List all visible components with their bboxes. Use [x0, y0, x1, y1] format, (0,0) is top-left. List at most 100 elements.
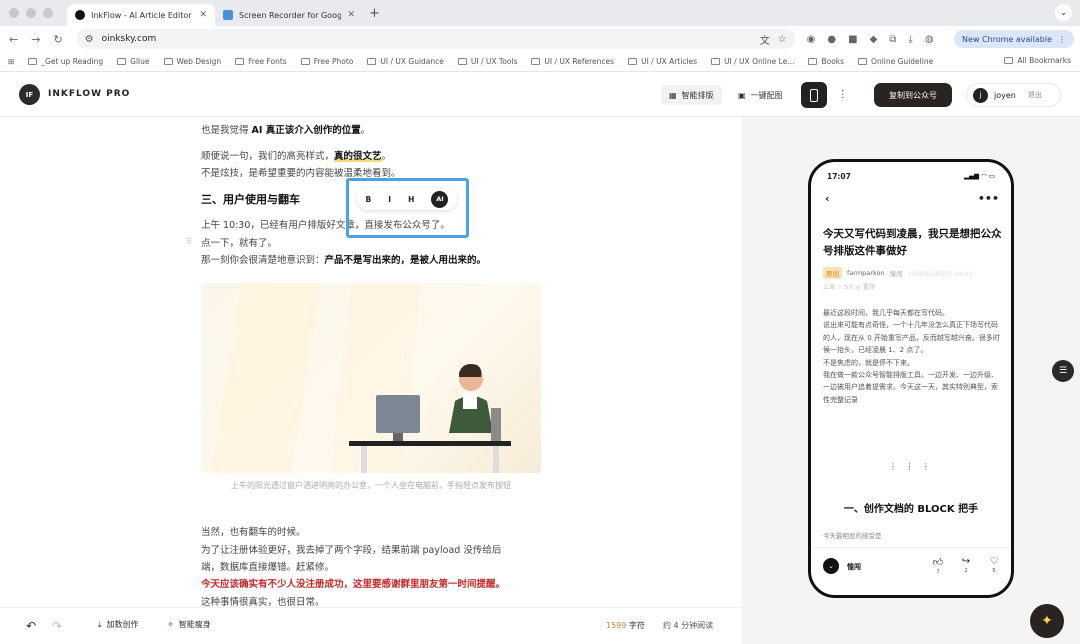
text-span: 。 — [381, 151, 392, 162]
more-horizontal-icon[interactable]: ••• — [978, 192, 999, 205]
bookmark-folder[interactable]: Online Guideline — [858, 57, 933, 66]
download-icon[interactable]: ⤓ — [908, 34, 912, 45]
apps-grid-icon[interactable]: ⊞ — [8, 57, 14, 66]
smart-slim-label: 智能瘦身 — [178, 620, 211, 629]
one-click-image-button[interactable]: ▣ 一键配图 — [730, 85, 791, 105]
back-chevron-icon[interactable]: ‹ — [825, 192, 830, 205]
address-bar[interactable]: ⚙ oinksky.com 文 ☆ — [76, 29, 795, 49]
bookmark-label: Gllue — [130, 57, 150, 66]
preview-footer: ⌄ 憧闯 👍︎ 7 ↪ 2 ♡ 5 — [811, 547, 1011, 587]
browser-toolbar: ← → ↻ ⚙ oinksky.com 文 ☆ ◉ ● ■ ◆ ⧉ ⤓ ◍ Ne… — [0, 26, 1080, 52]
close-tab-icon[interactable]: ✕ — [199, 10, 207, 20]
user-menu[interactable]: j joyen 退出 — [966, 83, 1061, 107]
bookmark-label: Books — [821, 57, 845, 66]
smart-layout-button[interactable]: ▦ 智能排版 — [661, 85, 722, 105]
bookmark-folder[interactable]: UI / UX Guidance — [367, 57, 444, 66]
bookmark-folder[interactable]: Web Design — [163, 57, 221, 66]
new-chrome-available-button[interactable]: New Chrome available ⋮ — [953, 30, 1074, 48]
preview-stats: 上海 ☆ 5人 ◎ 置顶 — [823, 284, 876, 291]
bookmark-folder[interactable]: _Get up Reading — [28, 57, 103, 66]
preview-author[interactable]: farmparkon — [847, 269, 885, 277]
bookmark-folder[interactable]: UI / UX References — [531, 57, 614, 66]
tab-inkflow[interactable]: InkFlow - AI Article Editor ✕ — [67, 4, 215, 26]
bookmark-folder[interactable]: UI / UX Online Le... — [711, 57, 794, 66]
thumbs-up-icon: 👍︎ — [932, 557, 944, 568]
extension-icon[interactable]: ◆ — [870, 34, 878, 45]
outline-toggle-icon[interactable]: ☰ — [1052, 360, 1074, 382]
tab-title: InkFlow - AI Article Editor — [91, 10, 192, 20]
app-logo[interactable]: IF — [19, 84, 40, 105]
reload-icon[interactable]: ↻ — [53, 33, 62, 46]
folder-icon — [117, 58, 127, 65]
paragraph: 当然，也有翻车的时候。 — [201, 527, 306, 538]
download-icon: ⤓ — [98, 619, 102, 629]
more-vertical-icon[interactable]: ⋮ — [1058, 35, 1066, 44]
format-toolbar-highlight: B I H AI — [346, 178, 469, 238]
magic-wand-icon[interactable]: ✦ — [1030, 604, 1064, 638]
folder-icon — [163, 58, 173, 65]
image-caption: 上午的阳光透过窗户洒进明亮的办公室，一个人坐在电脑前，手指轻点发布按钮 — [231, 481, 511, 490]
phone-preview-toggle[interactable] — [801, 82, 827, 108]
all-bookmarks-label: All Bookmarks — [1017, 56, 1071, 65]
tab-search-chevron-icon[interactable]: ⌄ — [1055, 4, 1072, 21]
like-count: 7 — [936, 569, 940, 575]
redo-icon[interactable]: ↷ — [52, 619, 62, 633]
bookmark-folder[interactable]: Gllue — [117, 57, 150, 66]
logout-link[interactable]: 退出 — [1028, 90, 1042, 100]
extension-icon[interactable]: ● — [827, 34, 836, 45]
extension-icon[interactable]: ■ — [848, 34, 857, 45]
text-span: 那一刻你会很清楚地意识到： — [201, 255, 325, 266]
folder-icon — [367, 58, 377, 65]
close-window-button[interactable] — [9, 8, 19, 18]
preview-paragraph: 最近这段时间，我几乎每天都在写代码。 — [823, 309, 949, 317]
new-chrome-label: New Chrome available — [961, 34, 1052, 44]
window-controls — [9, 8, 53, 18]
preview-date: 2026年1月8日 19:01 — [907, 270, 973, 278]
bookmark-folder[interactable]: UI / UX Tools — [457, 57, 517, 66]
bookmark-label: UI / UX Guidance — [380, 57, 444, 66]
undo-icon[interactable]: ↶ — [26, 619, 36, 633]
avatar: j — [973, 87, 988, 103]
preview-meta: 原创 farmparkon 憧闯 2026年1月8日 19:01 — [823, 267, 973, 279]
ai-button[interactable]: AI — [431, 190, 449, 208]
forward-arrow-icon[interactable]: → — [31, 33, 40, 46]
minimize-window-button[interactable] — [26, 8, 36, 18]
article-illustration[interactable] — [201, 283, 541, 473]
bookmark-label: Free Fonts — [248, 57, 287, 66]
camera-extension-icon[interactable]: ◉ — [807, 34, 816, 45]
text-span: 也是我觉得 — [201, 125, 252, 136]
folder-icon — [858, 58, 868, 65]
word-count-value: 1599 — [606, 621, 627, 630]
bookmark-folder[interactable]: Books — [808, 57, 844, 66]
heading-button[interactable]: H — [408, 195, 414, 204]
close-tab-icon[interactable]: ✕ — [347, 10, 355, 20]
continue-writing-button[interactable]: ⤓ 加数创作 — [98, 619, 139, 630]
share-button[interactable]: ↪ 2 — [959, 556, 973, 574]
drag-handle-icon[interactable]: ⠿ — [186, 237, 192, 246]
puzzle-icon[interactable]: ⧉ — [889, 34, 896, 45]
bookmark-star-icon[interactable]: ☆ — [778, 34, 787, 45]
settings-sliders-icon[interactable]: ⫶ — [841, 88, 844, 103]
smart-slim-button[interactable]: ✧ 智能瘦身 — [167, 619, 211, 630]
copy-to-wechat-button[interactable]: 复制到公众号 — [874, 83, 952, 107]
bookmark-folder[interactable]: Free Photo — [300, 57, 353, 66]
new-tab-icon[interactable]: + — [369, 6, 380, 21]
bookmark-folder[interactable]: UI / UX Articles — [628, 57, 697, 66]
all-bookmarks-button[interactable]: All Bookmarks — [1004, 56, 1071, 65]
author-avatar-icon[interactable]: ⌄ — [823, 558, 839, 574]
bookmark-folder[interactable]: Free Fonts — [235, 57, 287, 66]
italic-button[interactable]: I — [388, 195, 391, 204]
zoom-window-button[interactable] — [43, 8, 53, 18]
extensions-area: ◉ ● ■ ◆ ⧉ ⤓ ◍ — [807, 34, 934, 45]
share-arrow-icon: ↪ — [961, 556, 971, 567]
url-text: oinksky.com — [101, 34, 157, 44]
heart-button[interactable]: ♡ 5 — [987, 556, 1001, 574]
profile-avatar-icon[interactable]: ◍ — [925, 34, 934, 45]
tab-screen-recorder[interactable]: Screen Recorder for Google C ✕ — [215, 4, 363, 26]
bold-button[interactable]: B — [366, 195, 372, 204]
translate-icon[interactable]: 文 — [760, 32, 770, 47]
like-button[interactable]: 👍︎ 7 — [931, 556, 945, 575]
back-arrow-icon[interactable]: ← — [9, 33, 18, 46]
site-settings-icon[interactable]: ⚙ — [85, 34, 94, 45]
paragraph: 点一下，就有了。 — [201, 238, 278, 249]
